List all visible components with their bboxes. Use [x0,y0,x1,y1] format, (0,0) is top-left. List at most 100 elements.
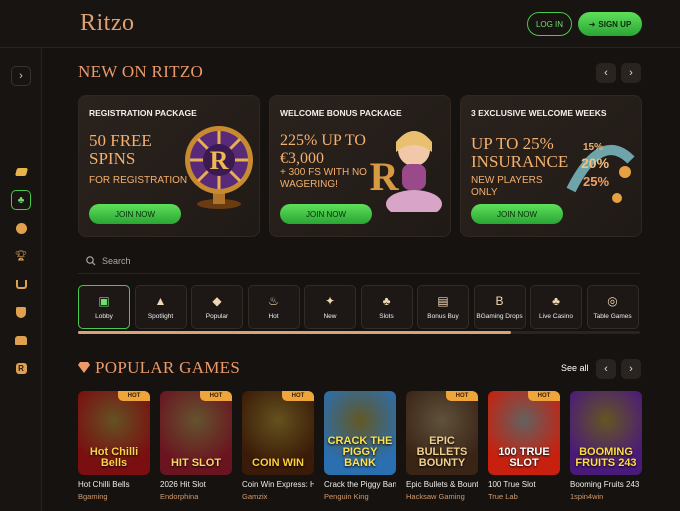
svg-text:R: R [210,146,229,175]
sidebar: › ♣ 🏆︎ R [0,48,42,511]
category-label: Bonus Buy [427,313,459,320]
game-art-title: EPIC BULLETS BOUNTY [416,435,468,469]
see-all-link[interactable]: See all [561,363,589,373]
promo-title: REGISTRATION PACKAGE [89,108,197,118]
category-label: Lobby [95,313,113,320]
game-art-title: CRACK THE PIGGY BANK [327,435,393,469]
game-name: Epic Bullets & Bounty [406,480,478,489]
category-tab-spotlight[interactable]: ▲ Spotlight [134,285,187,329]
new-icon: ✦ [324,294,336,308]
hot-badge: HOT [528,391,560,401]
coin-icon[interactable] [11,162,31,182]
chevron-right-icon[interactable]: › [621,63,641,83]
club-icon: ♣ [552,294,560,308]
signin-arrow-icon: ➜ [588,19,596,29]
category-tab-bonus-buy[interactable]: ▤ Bonus Buy [417,285,469,329]
game-provider: Hacksaw Gaming [406,492,465,501]
category-tab-lobby[interactable]: ▣ Lobby [78,285,130,329]
chips-icon: ◎ [607,294,618,308]
game-thumbnail[interactable]: HOT Hot Chilli Bells [78,391,150,475]
promo-card-welcome-weeks[interactable]: 3 EXCLUSIVE WELCOME WEEKS UP TO 25% INSU… [460,95,642,237]
promo-subtext: FOR REGISTRATION [89,175,188,186]
game-card[interactable]: HOT 100 TRUE SLOT 100 True Slot True Lab [488,391,560,501]
game-card[interactable]: HOT Hot Chilli Bells Hot Chilli Bells Bgami… [78,391,150,501]
signup-button[interactable]: ➜ SIGN UP [578,12,642,36]
category-label: Table Games [593,313,632,320]
spotlight-icon: ▲ [154,294,167,308]
promo-card-welcome-bonus[interactable]: WELCOME BONUS PACKAGE 225% UP TO €3,000 … [269,95,451,237]
game-thumbnail[interactable]: CRACK THE PIGGY BANK [324,391,396,475]
game-thumbnail[interactable]: HOT COIN WIN [242,391,314,475]
svg-text:15%: 15% [583,142,603,153]
category-label: New [323,313,337,320]
category-tab-new[interactable]: ✦ New [304,285,356,329]
promo-subtext: NEW PLAYERS ONLY [471,175,543,198]
chevron-left-icon[interactable]: ‹ [596,359,616,379]
game-art-title: HIT SLOT [170,457,222,469]
game-provider: True Lab [488,492,518,501]
game-thumbnail[interactable]: HOT EPIC BULLETS BOUNTY [406,391,478,475]
game-thumbnail[interactable]: BOOMING FRUITS 243 [570,391,642,475]
category-label: BGaming Drops [476,313,523,320]
category-label: Popular [205,313,229,320]
ritzo-r-icon[interactable]: R [11,358,31,378]
hot-badge: HOT [118,391,150,401]
lobby-icon: ▣ [98,294,110,308]
diamond-icon [78,362,90,373]
flame-icon: ♨ [268,294,279,308]
popular-games-title: POPULAR GAMES [95,358,241,377]
join-now-button[interactable]: JOIN NOW [89,204,181,224]
gift-icon: ▤ [437,294,449,308]
svg-text:25%: 25% [583,174,609,189]
category-tab-hot[interactable]: ♨ Hot [247,285,300,329]
chevron-right-icon[interactable]: › [621,359,641,379]
search-icon [86,255,96,265]
chevron-left-icon[interactable]: ‹ [596,63,616,83]
game-provider: Gamzix [242,492,268,501]
promo-card-registration[interactable]: REGISTRATION PACKAGE 50 FREE SPINS FOR R… [78,95,260,237]
category-tab-slots[interactable]: ♣ Slots [360,285,413,329]
game-provider: Endorphina [160,492,199,501]
search-bar[interactable]: Search [78,248,640,274]
category-tab-live-casino[interactable]: ♣ Live Casino [530,285,582,329]
game-card[interactable]: HOT COIN WIN Coin Win Express: Hold t… Gamz… [242,391,314,501]
category-tab-table-games[interactable]: ◎ Table Games [586,285,639,329]
game-thumbnail[interactable]: HOT 100 TRUE SLOT [488,391,560,475]
shield-icon[interactable] [11,302,31,322]
promo-subtext: + 300 FS WITH NO WAGERING! [280,167,367,190]
category-tab-popular[interactable]: ◆ Popular [191,285,243,329]
trophy-icon[interactable]: 🏆︎ [11,246,31,266]
search-input[interactable]: Search [102,256,131,266]
game-card[interactable]: HOT EPIC BULLETS BOUNTY Epic Bullets & Bou… [406,391,478,501]
cherry-icon: ♣ [382,294,391,308]
join-now-button[interactable]: JOIN NOW [280,204,372,224]
chevron-right-icon[interactable]: › [11,66,31,86]
compass-icon[interactable] [11,218,31,238]
showgirl-mascot-icon: R [370,131,442,212]
ritzo-logo[interactable]: Ritzo [80,10,135,37]
game-thumbnail[interactable]: HOT HIT SLOT [160,391,232,475]
category-tab-bgaming-drops[interactable]: B BGaming Drops [473,285,526,329]
club-icon[interactable]: ♣ [11,190,31,210]
cart-icon[interactable] [11,274,31,294]
category-tabs: ▣ Lobby ▲ Spotlight ◆ Popular ♨ Hot ✦ New ♣ Slots ▤ B… [78,285,640,330]
game-card[interactable]: CRACK THE PIGGY BANK Crack the Piggy Bank… [324,391,396,501]
game-card[interactable]: BOOMING FRUITS 243 Booming Fruits 243 1spi… [570,391,642,501]
game-card[interactable]: HOT HIT SLOT 2026 Hit Slot Endorphina [160,391,232,501]
diamond-icon: ◆ [212,294,222,308]
category-label: Spotlight [147,313,174,320]
game-art-title: COIN WIN [252,457,304,469]
category-scrollbar[interactable] [78,331,640,334]
promo-headline: 50 FREE SPINS [89,131,152,168]
category-scroll-thumb[interactable] [78,331,511,334]
promo-title: 3 EXCLUSIVE WELCOME WEEKS [471,108,607,118]
game-art-title: Hot Chilli Bells [89,446,139,469]
game-name: 2026 Hit Slot [160,480,206,489]
game-provider: Penguin King [324,492,369,501]
join-now-button[interactable]: JOIN NOW [471,204,563,224]
login-button[interactable]: LOG IN [527,12,572,36]
promo-title: WELCOME BONUS PACKAGE [280,108,402,118]
svg-text:R: R [370,154,400,199]
bgaming-icon: B [495,294,504,308]
chest-icon[interactable] [11,330,31,350]
